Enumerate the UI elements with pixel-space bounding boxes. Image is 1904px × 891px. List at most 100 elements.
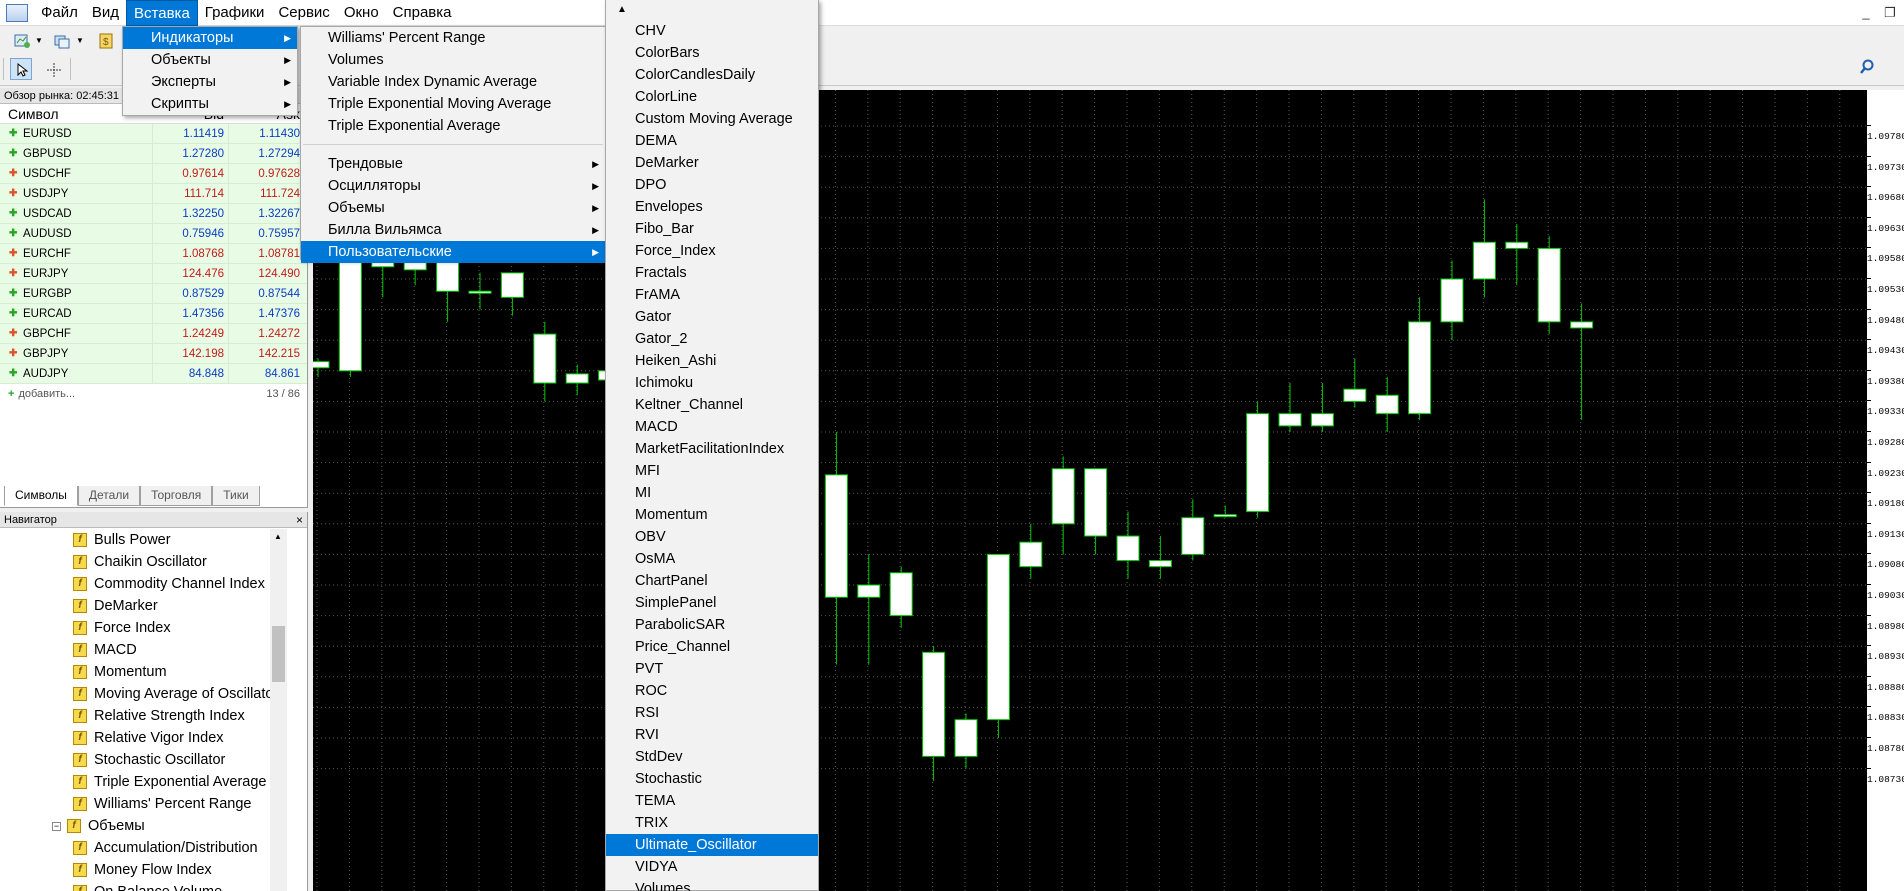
menu-4[interactable]: Сервис — [271, 0, 336, 26]
symbol-row[interactable]: ✚ USDCHF 0.97614 0.97628 — [0, 164, 307, 184]
navigator-item[interactable]: f Moving Average of Oscillator — [0, 683, 288, 705]
recent-indicator-item[interactable]: Williams' Percent Range — [301, 27, 605, 49]
new-chart-button[interactable] — [10, 29, 32, 51]
navigator-item[interactable]: − f Объемы — [0, 815, 288, 837]
tab-2[interactable]: Торговля — [140, 486, 213, 506]
custom-indicator-item[interactable]: Fibo_Bar — [606, 218, 818, 240]
close-icon[interactable]: × — [296, 512, 303, 528]
navigator-item[interactable]: f Momentum — [0, 661, 288, 683]
navigator-item[interactable]: f Accumulation/Distribution — [0, 837, 288, 859]
custom-indicator-item[interactable]: DeMarker — [606, 152, 818, 174]
scroll-up-icon[interactable]: ▲ — [426, 0, 818, 20]
custom-indicator-item[interactable]: Gator — [606, 306, 818, 328]
custom-indicator-item[interactable]: Custom Moving Average — [606, 108, 818, 130]
symbol-row[interactable]: ✚ USDJPY 111.714 111.724 — [0, 184, 307, 204]
minimize-icon[interactable]: _ — [1858, 6, 1874, 20]
custom-indicator-item[interactable]: Keltner_Channel — [606, 394, 818, 416]
navigator-item[interactable]: f Bulls Power — [0, 529, 288, 551]
custom-indicator-item[interactable]: CHV — [606, 20, 818, 42]
custom-indicator-item[interactable]: ColorBars — [606, 42, 818, 64]
custom-indicator-item[interactable]: RVI — [606, 724, 818, 746]
custom-indicator-item[interactable]: FrAMA — [606, 284, 818, 306]
navigator-scrollbar[interactable]: ▲ — [270, 529, 287, 891]
custom-indicator-item[interactable]: DEMA — [606, 130, 818, 152]
custom-indicator-item[interactable]: SimplePanel — [606, 592, 818, 614]
custom-indicator-item[interactable]: OBV — [606, 526, 818, 548]
symbol-row[interactable]: ✚ EURCAD 1.47356 1.47376 — [0, 304, 307, 324]
navigator-item[interactable]: f Stochastic Oscillator — [0, 749, 288, 771]
custom-indicator-item[interactable]: TEMA — [606, 790, 818, 812]
custom-indicator-item[interactable]: ColorCandlesDaily — [606, 64, 818, 86]
menu-1[interactable]: Вид — [85, 0, 126, 26]
cursor-button[interactable] — [10, 58, 32, 80]
symbol-row[interactable]: ✚ AUDJPY 84.848 84.861 — [0, 364, 307, 384]
custom-indicator-item[interactable]: Volumes — [606, 878, 818, 891]
recent-indicator-item[interactable]: Variable Index Dynamic Average — [301, 71, 605, 93]
recent-indicator-item[interactable]: Volumes — [301, 49, 605, 71]
custom-indicator-item[interactable]: Envelopes — [606, 196, 818, 218]
symbol-row[interactable]: ✚ GBPJPY 142.198 142.215 — [0, 344, 307, 364]
custom-indicator-item[interactable]: Force_Index — [606, 240, 818, 262]
symbol-row[interactable]: ✚ EURUSD 1.11419 1.11430 — [0, 124, 307, 144]
custom-indicator-item[interactable]: Momentum — [606, 504, 818, 526]
custom-indicator-item[interactable]: DPO — [606, 174, 818, 196]
menu-5[interactable]: Окно — [337, 0, 386, 26]
add-symbol-row[interactable]: + добавить... 13 / 86 — [0, 384, 307, 404]
scroll-up-icon[interactable]: ▲ — [274, 532, 282, 541]
navigator-item[interactable]: f Relative Vigor Index — [0, 727, 288, 749]
insert-menu-item[interactable]: Индикаторы ▶ — [123, 27, 297, 49]
crosshair-button[interactable] — [42, 58, 64, 80]
insert-menu-item[interactable]: Скрипты ▶ — [123, 93, 297, 115]
custom-indicator-item[interactable]: MFI — [606, 460, 818, 482]
recent-indicator-item[interactable]: Triple Exponential Moving Average — [301, 93, 605, 115]
tab-3[interactable]: Тики — [212, 486, 260, 506]
custom-indicator-item[interactable]: PVT — [606, 658, 818, 680]
symbol-row[interactable]: ✚ USDCAD 1.32250 1.32267 — [0, 204, 307, 224]
navigator-item[interactable]: f Commodity Channel Index — [0, 573, 288, 595]
custom-indicator-item[interactable]: Ultimate_Oscillator — [606, 834, 818, 856]
symbol-row[interactable]: ✚ GBPCHF 1.24249 1.24272 — [0, 324, 307, 344]
symbol-row[interactable]: ✚ EURCHF 1.08768 1.08781 — [0, 244, 307, 264]
restore-icon[interactable]: ❐ — [1882, 6, 1898, 20]
chevron-down-icon[interactable]: ▼ — [76, 36, 84, 45]
tab-0[interactable]: Символы — [4, 486, 78, 506]
menu-3[interactable]: Графики — [198, 0, 272, 26]
navigator-item[interactable]: f MACD — [0, 639, 288, 661]
navigator-item[interactable]: f Money Flow Index — [0, 859, 288, 881]
symbol-row[interactable]: ✚ GBPUSD 1.27280 1.27294 — [0, 144, 307, 164]
indicator-group-item[interactable]: Билла Вильямса ▶ — [301, 219, 605, 241]
indicator-group-item[interactable]: Пользовательские ▶ — [301, 241, 605, 263]
navigator-item[interactable]: f On Balance Volume — [0, 881, 288, 891]
custom-indicator-item[interactable]: OsMA — [606, 548, 818, 570]
search-icon[interactable] — [1859, 59, 1875, 78]
scrollbar-thumb[interactable] — [272, 626, 285, 682]
indicator-group-item[interactable]: Трендовые ▶ — [301, 153, 605, 175]
custom-indicator-item[interactable]: ROC — [606, 680, 818, 702]
collapse-icon[interactable]: − — [52, 821, 61, 831]
custom-indicator-item[interactable]: ParabolicSAR — [606, 614, 818, 636]
indicator-group-item[interactable]: Осцилляторы ▶ — [301, 175, 605, 197]
custom-indicator-item[interactable]: ChartPanel — [606, 570, 818, 592]
market-watch-button[interactable]: $ — [94, 29, 116, 51]
custom-indicator-item[interactable]: StdDev — [606, 746, 818, 768]
custom-indicator-item[interactable]: VIDYA — [606, 856, 818, 878]
custom-indicator-item[interactable]: Heiken_Ashi — [606, 350, 818, 372]
custom-indicator-item[interactable]: Fractals — [606, 262, 818, 284]
recent-indicator-item[interactable]: Triple Exponential Average — [301, 115, 605, 137]
symbol-row[interactable]: ✚ EURJPY 124.476 124.490 — [0, 264, 307, 284]
custom-indicator-item[interactable]: MI — [606, 482, 818, 504]
chevron-down-icon[interactable]: ▼ — [35, 36, 43, 45]
indicator-group-item[interactable]: Объемы ▶ — [301, 197, 605, 219]
custom-indicator-item[interactable]: Price_Channel — [606, 636, 818, 658]
symbol-row[interactable]: ✚ EURGBP 0.87529 0.87544 — [0, 284, 307, 304]
custom-indicator-item[interactable]: MarketFacilitationIndex — [606, 438, 818, 460]
menu-0[interactable]: Файл — [34, 0, 85, 26]
navigator-item[interactable]: f Force Index — [0, 617, 288, 639]
navigator-item[interactable]: f Triple Exponential Average — [0, 771, 288, 793]
custom-indicator-item[interactable]: Gator_2 — [606, 328, 818, 350]
menu-2[interactable]: Вставка — [126, 0, 198, 26]
tab-1[interactable]: Детали — [77, 486, 141, 506]
insert-menu-item[interactable]: Объекты ▶ — [123, 49, 297, 71]
custom-indicator-item[interactable]: ColorLine — [606, 86, 818, 108]
profiles-button[interactable] — [50, 29, 72, 51]
